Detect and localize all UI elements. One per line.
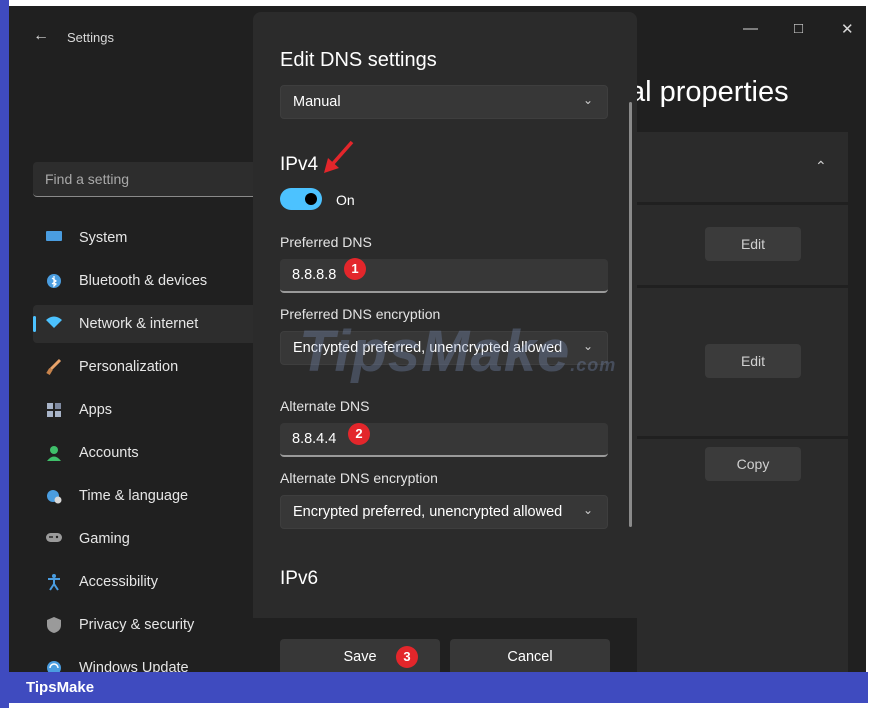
sidebar-item-windows-update[interactable]: Windows Update: [33, 649, 263, 672]
dialog-scrollbar[interactable]: [629, 102, 632, 527]
sidebar-item-apps[interactable]: Apps: [33, 391, 263, 429]
edit-button[interactable]: Edit: [705, 344, 801, 378]
sidebar-item-label: Accessibility: [79, 574, 158, 590]
search-placeholder: Find a setting: [45, 171, 130, 187]
sidebar-item-accounts[interactable]: Accounts: [33, 434, 263, 472]
alternate-dns-label: Alternate DNS: [280, 398, 370, 414]
accessibility-icon: [45, 573, 63, 591]
alternate-encryption-label: Alternate DNS encryption: [280, 470, 438, 486]
sidebar-item-label: Gaming: [79, 531, 130, 547]
watermark-text: TipsMake: [299, 319, 571, 384]
sidebar-item-label: Network & internet: [79, 316, 199, 332]
monitor-icon: [45, 229, 63, 247]
person-icon: [45, 444, 63, 462]
step-badge-3: 3: [396, 646, 418, 668]
watermark: TipsMake.com: [299, 318, 616, 385]
sidebar-item-label: Windows Update: [79, 660, 189, 672]
sidebar-item-personalization[interactable]: Personalization: [33, 348, 263, 386]
apps-icon: [45, 401, 63, 419]
sidebar-item-time-language[interactable]: Time & language: [33, 477, 263, 515]
bluetooth-icon: [45, 272, 63, 290]
wifi-icon: [45, 315, 63, 333]
sidebar-item-label: Personalization: [79, 359, 179, 375]
globe-clock-icon: [45, 487, 63, 505]
alternate-encryption-value: Encrypted preferred, unencrypted allowed: [293, 504, 563, 520]
sidebar-item-label: Time & language: [79, 488, 189, 504]
update-icon: [45, 659, 63, 672]
alternate-encryption-dropdown[interactable]: Encrypted preferred, unencrypted allowed…: [280, 495, 608, 529]
chevron-down-icon: ⌄: [582, 93, 593, 107]
dns-mode-value: Manual: [293, 94, 341, 110]
sidebar-item-bluetooth[interactable]: Bluetooth & devices: [33, 262, 263, 300]
close-icon[interactable]: ✕: [841, 20, 854, 38]
alternate-dns-value: 8.8.4.4: [292, 431, 337, 447]
page-title: al properties: [629, 76, 789, 108]
toggle-knob: [305, 193, 317, 205]
sidebar-item-label: Apps: [79, 402, 113, 418]
app-title: Settings: [67, 30, 114, 45]
sidebar-item-label: Privacy & security: [79, 617, 195, 633]
active-indicator: [33, 316, 36, 332]
sidebar-item-label: Bluetooth & devices: [79, 273, 208, 289]
preferred-dns-input[interactable]: 8.8.8.8: [280, 259, 608, 293]
step-badge-2: 2: [348, 423, 370, 445]
back-arrow-icon[interactable]: ←: [33, 27, 49, 45]
frame-left-border: [0, 0, 9, 708]
sidebar-item-network[interactable]: Network & internet: [33, 305, 263, 343]
brand-label: TipsMake: [26, 679, 95, 696]
red-arrow-icon: [324, 140, 354, 173]
ipv4-toggle[interactable]: [280, 188, 322, 210]
sidebar-item-gaming[interactable]: Gaming: [33, 520, 263, 558]
sidebar-item-label: System: [79, 230, 128, 246]
dns-mode-dropdown[interactable]: Manual ⌄: [280, 85, 608, 119]
copy-button[interactable]: Copy: [705, 447, 801, 481]
toggle-label: On: [336, 192, 355, 208]
sidebar-item-label: Accounts: [79, 445, 139, 461]
settings-window: ← Settings Find a setting System Bluetoo…: [9, 6, 866, 672]
cancel-button[interactable]: Cancel: [450, 639, 610, 672]
maximize-icon[interactable]: □: [794, 20, 803, 37]
ipv4-heading: IPv4: [280, 154, 319, 175]
step-badge-1: 1: [344, 258, 366, 280]
preferred-dns-value: 8.8.8.8: [292, 267, 337, 283]
ipv6-heading: IPv6: [280, 568, 319, 589]
sidebar-item-system[interactable]: System: [33, 219, 263, 257]
chevron-down-icon: ⌄: [582, 503, 593, 517]
preferred-dns-label: Preferred DNS: [280, 234, 372, 250]
minimize-icon[interactable]: —: [743, 20, 758, 37]
sidebar-item-accessibility[interactable]: Accessibility: [33, 563, 263, 601]
sidebar-item-privacy[interactable]: Privacy & security: [33, 606, 263, 644]
alternate-dns-input[interactable]: 8.8.4.4: [280, 423, 608, 457]
brush-icon: [45, 358, 63, 376]
brand-footer: TipsMake: [9, 672, 868, 703]
watermark-suffix: .com: [570, 355, 617, 375]
gamepad-icon: [45, 530, 63, 548]
chevron-up-icon[interactable]: ⌃: [815, 158, 827, 175]
edit-button[interactable]: Edit: [705, 227, 801, 261]
shield-icon: [45, 616, 63, 634]
dialog-title: Edit DNS settings: [280, 49, 437, 71]
